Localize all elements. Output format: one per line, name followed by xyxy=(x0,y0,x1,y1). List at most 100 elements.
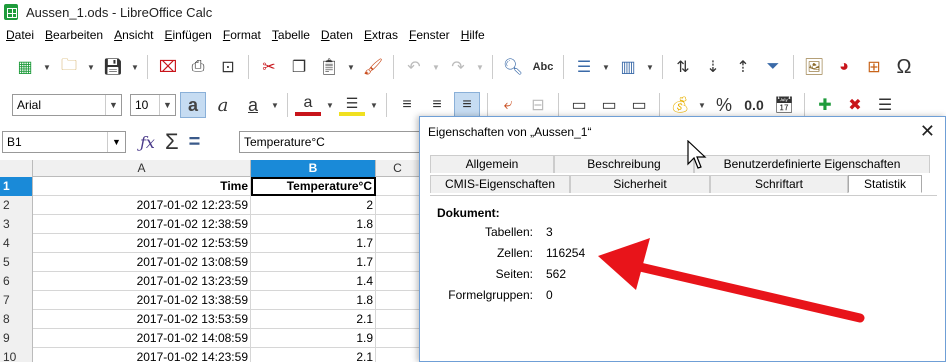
new-document-icon[interactable]: ▦ xyxy=(12,54,38,80)
cell-a[interactable]: 2017-01-02 14:23:59 xyxy=(33,348,251,362)
insert-image-icon[interactable]: 🖼︎ xyxy=(801,54,827,80)
cell-b[interactable]: 2 xyxy=(251,196,376,215)
find-replace-icon[interactable]: 🔍︎ xyxy=(500,54,526,80)
wrap-text-icon[interactable]: ⤶ xyxy=(495,92,521,118)
clone-formatting-icon[interactable]: 🖌︎ xyxy=(360,54,386,80)
row-header[interactable]: 4 xyxy=(0,234,33,253)
chevron-down-icon[interactable]: ▼ xyxy=(107,132,125,152)
cell-b[interactable]: Temperature°C xyxy=(251,177,376,196)
new-dropdown-icon[interactable]: ▼ xyxy=(42,54,52,80)
font-color-dropdown-icon[interactable]: ▼ xyxy=(325,92,335,118)
menu-extras[interactable]: Extras xyxy=(364,28,398,42)
tab-beschreibung[interactable]: Beschreibung xyxy=(554,155,694,173)
cell-a[interactable]: Time xyxy=(33,177,251,196)
cell-a[interactable]: 2017-01-02 13:38:59 xyxy=(33,291,251,310)
row-header[interactable]: 1 xyxy=(0,177,33,196)
percent-icon[interactable]: % xyxy=(711,92,737,118)
special-character-icon[interactable]: Ω xyxy=(891,54,917,80)
cell-a[interactable]: 2017-01-02 13:23:59 xyxy=(33,272,251,291)
tab-allgemein[interactable]: Allgemein xyxy=(430,155,554,173)
cell-a[interactable]: 2017-01-02 12:23:59 xyxy=(33,196,251,215)
delete-decimal-icon[interactable]: ✖ xyxy=(842,92,868,118)
sort-ascending-icon[interactable]: ⇣ xyxy=(700,54,726,80)
autofilter-icon[interactable]: ⏷ xyxy=(760,54,786,80)
cut-icon[interactable]: ✂ xyxy=(256,54,282,80)
date-format-icon[interactable]: 📅︎ xyxy=(771,92,797,118)
tab-statistik[interactable]: Statistik xyxy=(848,175,922,193)
cell-a[interactable]: 2017-01-02 14:08:59 xyxy=(33,329,251,348)
align-middle-icon[interactable]: ▭ xyxy=(596,92,622,118)
sum-icon[interactable]: Σ xyxy=(165,129,179,155)
spelling-icon[interactable]: Abc xyxy=(530,54,556,80)
menu-einfuegen[interactable]: Einfügen xyxy=(164,28,211,42)
pivot-table-icon[interactable]: ⊞ xyxy=(861,54,887,80)
currency-dropdown-icon[interactable]: ▼ xyxy=(697,92,707,118)
column-header-c[interactable]: C xyxy=(376,160,420,177)
align-top-icon[interactable]: ▭ xyxy=(566,92,592,118)
row-header[interactable]: 3 xyxy=(0,215,33,234)
menu-fenster[interactable]: Fenster xyxy=(409,28,450,42)
font-color-icon[interactable]: a xyxy=(295,94,321,116)
font-size-combo[interactable]: 10 ▼ xyxy=(130,94,176,116)
row-dropdown-icon[interactable]: ▼ xyxy=(601,54,611,80)
save-dropdown-icon[interactable]: ▼ xyxy=(130,54,140,80)
italic-icon[interactable]: a xyxy=(210,92,236,118)
paste-icon[interactable]: 📋︎ xyxy=(316,54,342,80)
sort-icon[interactable]: ⇅ xyxy=(670,54,696,80)
background-color-icon[interactable]: ☰ xyxy=(339,94,365,116)
row-header[interactable]: 6 xyxy=(0,272,33,291)
cell-b[interactable]: 2.1 xyxy=(251,310,376,329)
menu-datei[interactable]: Datei xyxy=(6,28,34,42)
insert-chart-icon[interactable]: ◕ xyxy=(831,54,857,80)
formula-icon[interactable]: = xyxy=(189,131,201,154)
underline-dropdown-icon[interactable]: ▼ xyxy=(270,92,280,118)
bold-icon[interactable]: a xyxy=(180,92,206,118)
more-options-icon[interactable]: ☰ xyxy=(872,92,898,118)
cell-b[interactable]: 1.7 xyxy=(251,253,376,272)
cell-b[interactable]: 1.7 xyxy=(251,234,376,253)
undo-icon[interactable]: ↶ xyxy=(401,54,427,80)
menu-hilfe[interactable]: Hilfe xyxy=(461,28,485,42)
chevron-down-icon[interactable]: ▼ xyxy=(159,95,175,115)
redo-icon[interactable]: ↷ xyxy=(445,54,471,80)
redo-dropdown-icon[interactable]: ▼ xyxy=(475,54,485,80)
formula-input[interactable]: Temperature°C xyxy=(239,131,439,153)
cell-b[interactable]: 1.8 xyxy=(251,291,376,310)
column-header-b[interactable]: B xyxy=(251,160,376,177)
function-wizard-icon[interactable]: ƒx xyxy=(140,133,155,152)
menu-bearbeiten[interactable]: Bearbeiten xyxy=(45,28,103,42)
column-icon[interactable]: ▥ xyxy=(615,54,641,80)
align-center-icon[interactable]: ≡ xyxy=(424,92,450,118)
print-preview-icon[interactable]: ⊡ xyxy=(215,54,241,80)
align-bottom-icon[interactable]: ▭ xyxy=(626,92,652,118)
font-name-combo[interactable]: Arial ▼ xyxy=(12,94,122,116)
undo-dropdown-icon[interactable]: ▼ xyxy=(431,54,441,80)
cell-b[interactable]: 2.1 xyxy=(251,348,376,362)
cell-a[interactable]: 2017-01-02 12:38:59 xyxy=(33,215,251,234)
cell-b[interactable]: 1.4 xyxy=(251,272,376,291)
print-icon[interactable]: ⎙ xyxy=(185,54,211,80)
row-header[interactable]: 2 xyxy=(0,196,33,215)
row-icon[interactable]: ☰ xyxy=(571,54,597,80)
cell-b[interactable]: 1.8 xyxy=(251,215,376,234)
tab-schriftart[interactable]: Schriftart xyxy=(710,175,848,193)
export-pdf-icon[interactable]: ⌧ xyxy=(155,54,181,80)
currency-icon[interactable]: 💰︎ xyxy=(667,92,693,118)
menu-daten[interactable]: Daten xyxy=(321,28,353,42)
row-header[interactable]: 7 xyxy=(0,291,33,310)
select-all-corner[interactable] xyxy=(0,160,33,177)
row-header[interactable]: 8 xyxy=(0,310,33,329)
background-dropdown-icon[interactable]: ▼ xyxy=(369,92,379,118)
sort-descending-icon[interactable]: ⇡ xyxy=(730,54,756,80)
menu-ansicht[interactable]: Ansicht xyxy=(114,28,153,42)
align-right-icon[interactable]: ≡ xyxy=(454,92,480,118)
cell-a[interactable]: 2017-01-02 13:53:59 xyxy=(33,310,251,329)
align-left-icon[interactable]: ≡ xyxy=(394,92,420,118)
copy-icon[interactable]: ❐ xyxy=(286,54,312,80)
column-dropdown-icon[interactable]: ▼ xyxy=(645,54,655,80)
merge-cells-icon[interactable]: ⊟ xyxy=(525,92,551,118)
paste-dropdown-icon[interactable]: ▼ xyxy=(346,54,356,80)
tab-sicherheit[interactable]: Sicherheit xyxy=(570,175,710,193)
open-folder-icon[interactable]: 🗀 xyxy=(56,54,82,80)
menu-tabelle[interactable]: Tabelle xyxy=(272,28,310,42)
